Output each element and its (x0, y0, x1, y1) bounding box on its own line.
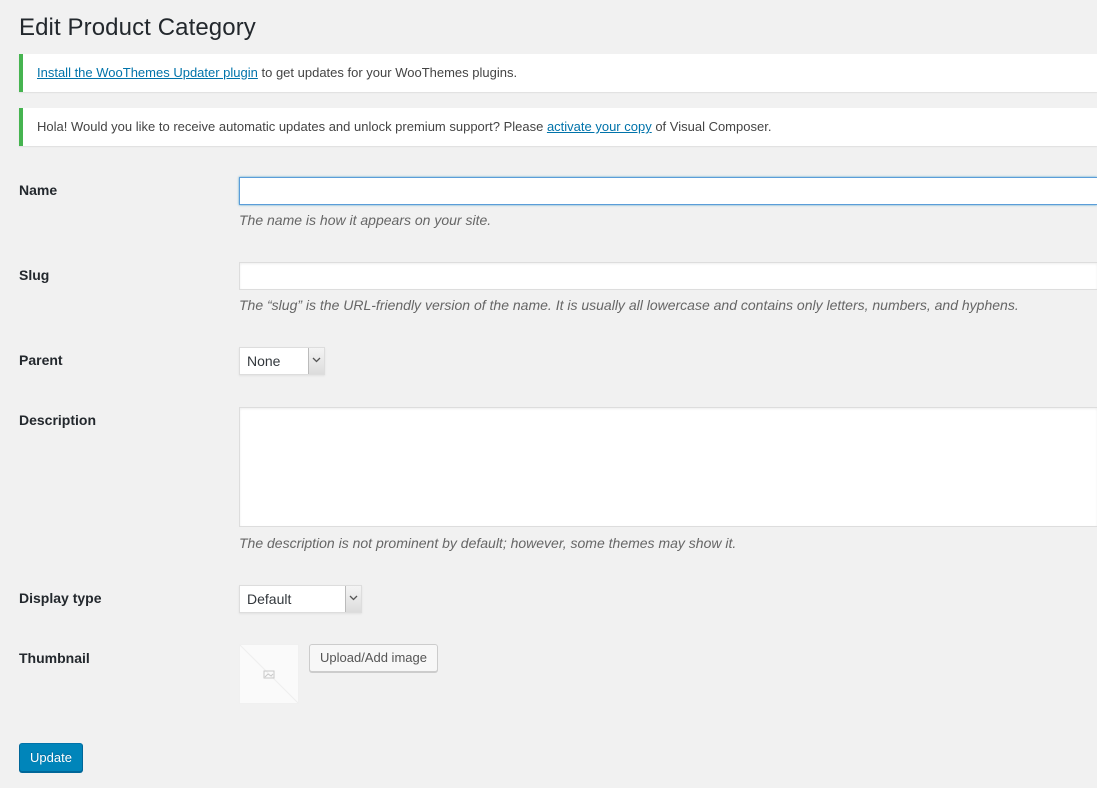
update-button[interactable]: Update (19, 743, 83, 772)
notice-text: of Visual Composer. (651, 119, 772, 134)
display-type-label: Display type (19, 590, 102, 606)
display-type-select[interactable]: Default (239, 585, 362, 613)
parent-select[interactable]: None (239, 347, 325, 375)
slug-label: Slug (19, 267, 50, 283)
notice-woothemes-updater: Install the WooThemes Updater plugin to … (19, 54, 1097, 92)
description-help-text: The description is not prominent by defa… (239, 535, 737, 551)
thumbnail-preview (239, 644, 299, 704)
slug-help-text: The “slug” is the URL-friendly version o… (239, 297, 1019, 313)
notice-text: Hola! Would you like to receive automati… (37, 119, 547, 134)
activate-copy-link[interactable]: activate your copy (547, 119, 652, 134)
upload-image-button[interactable]: Upload/Add image (309, 644, 438, 672)
parent-select-value: None (247, 353, 281, 369)
notice-visual-composer: Hola! Would you like to receive automati… (19, 108, 1097, 146)
slug-input[interactable] (239, 262, 1097, 290)
display-type-select-value: Default (247, 591, 292, 607)
name-label: Name (19, 182, 58, 198)
name-help-text: The name is how it appears on your site. (239, 212, 492, 228)
description-label: Description (19, 412, 97, 428)
page-title: Edit Product Category (19, 14, 256, 41)
chevron-down-icon (345, 586, 361, 612)
thumbnail-label: Thumbnail (19, 650, 90, 666)
notice-text: to get updates for your WooThemes plugin… (257, 65, 518, 80)
chevron-down-icon (308, 348, 324, 374)
name-input[interactable] (239, 177, 1097, 205)
install-updater-link[interactable]: Install the WooThemes Updater plugin (37, 65, 258, 80)
description-textarea[interactable] (239, 407, 1097, 527)
parent-label: Parent (19, 352, 63, 368)
placeholder-image-icon (240, 645, 298, 703)
